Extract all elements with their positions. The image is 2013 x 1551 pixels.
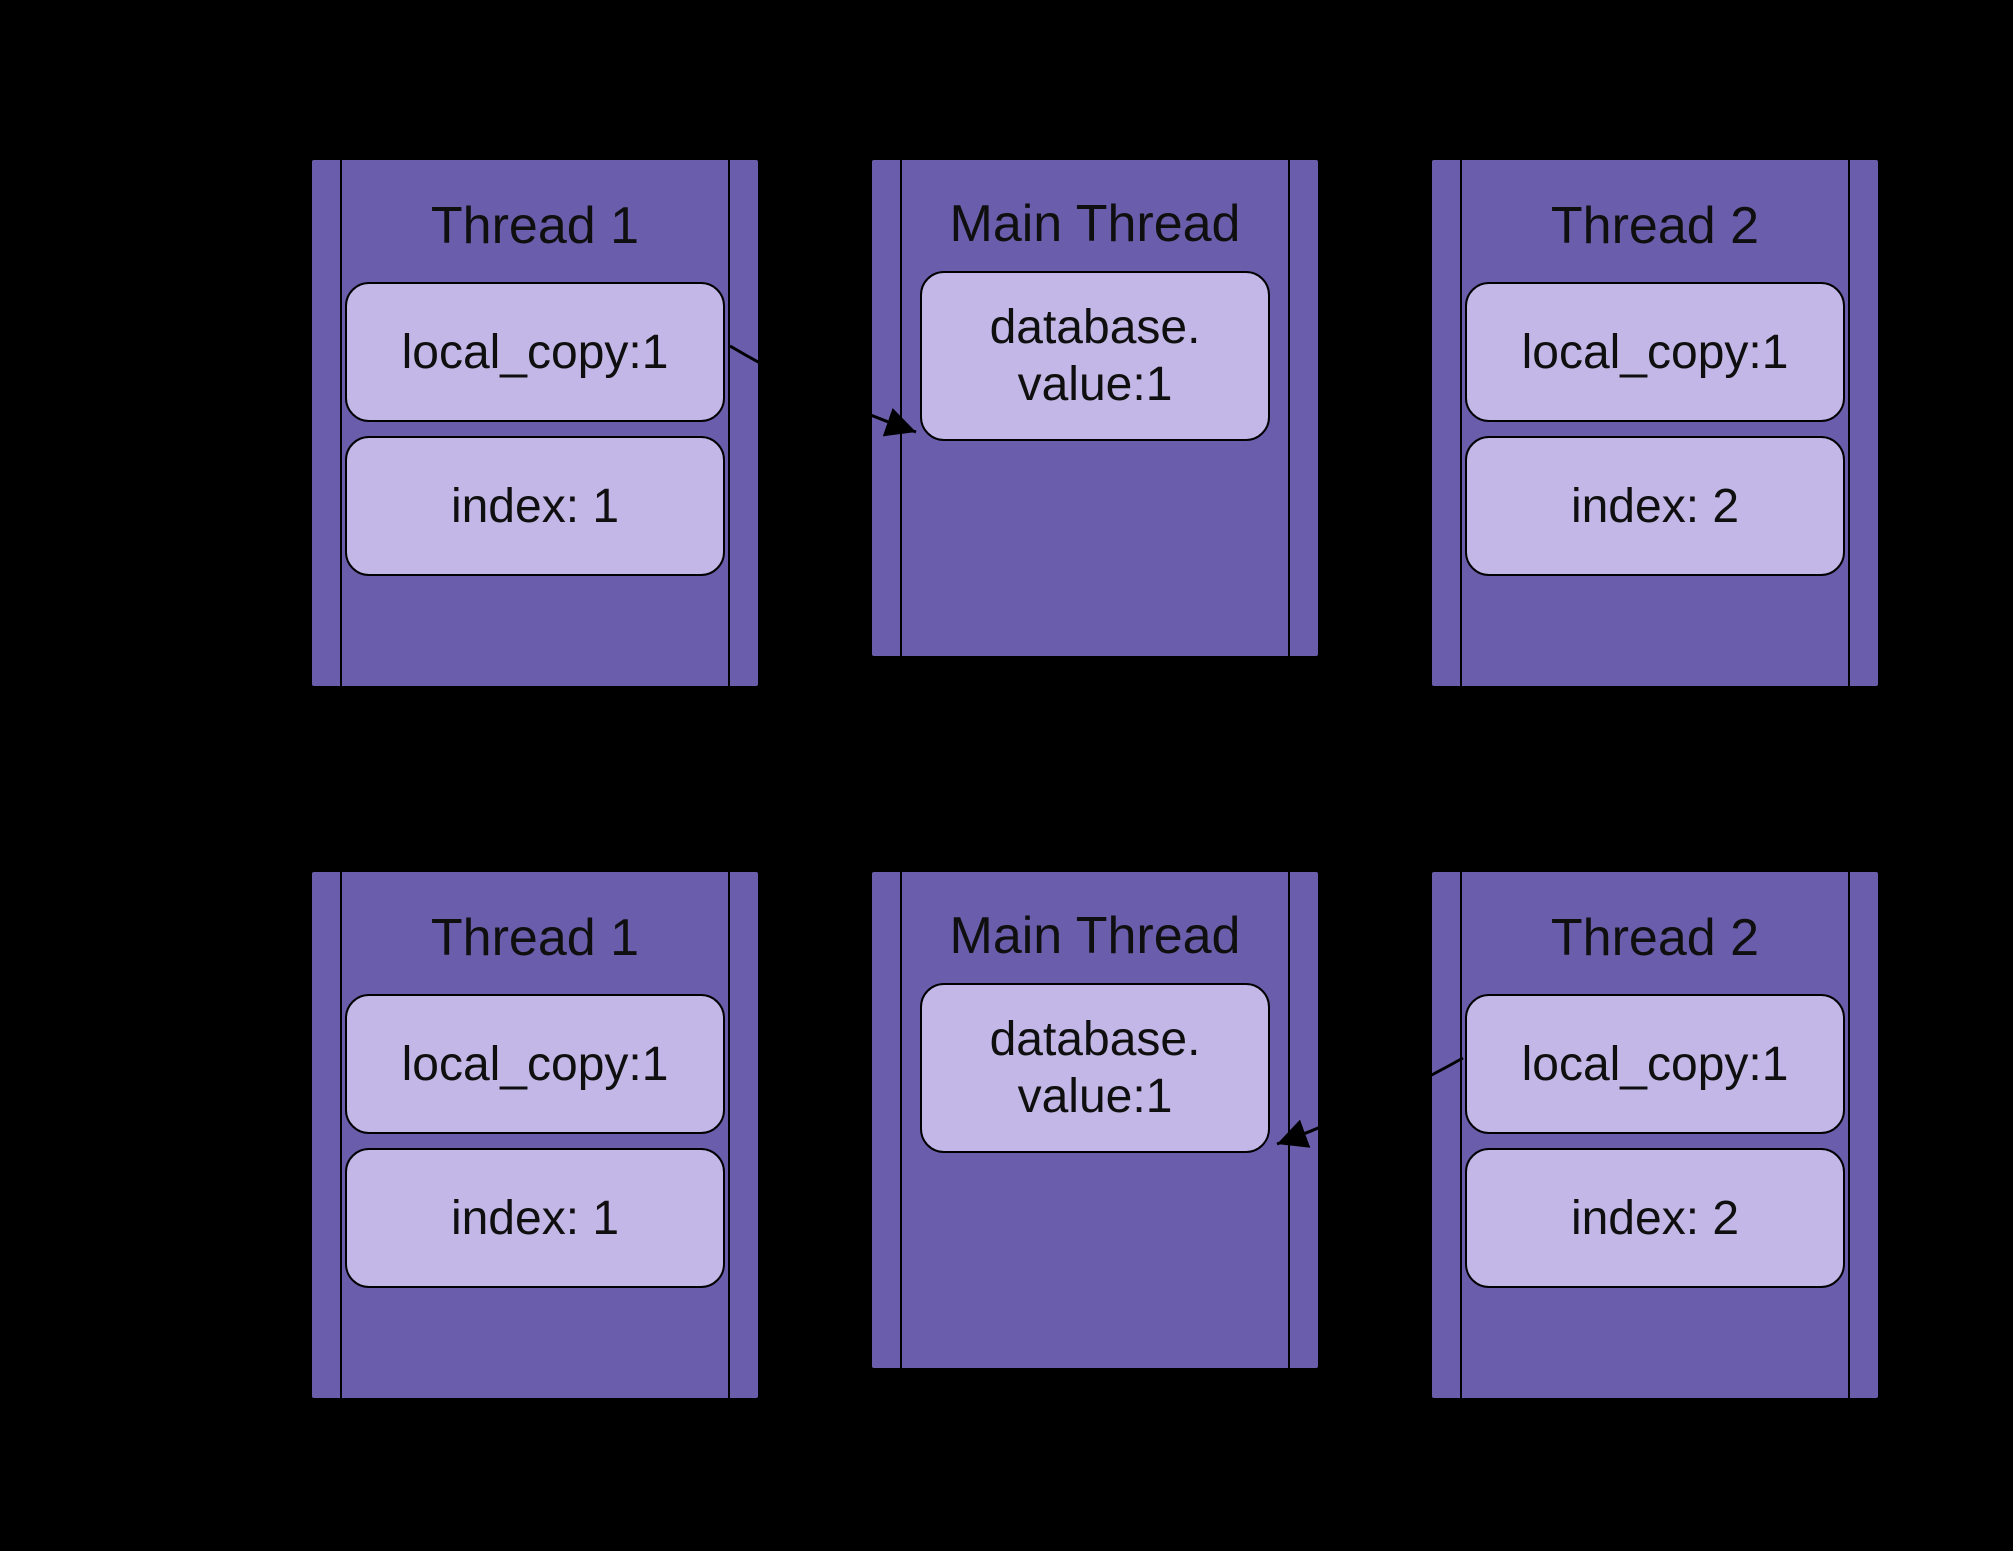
thread1-title: Thread 1 — [312, 908, 758, 968]
main-db-value: database. value:1 — [920, 271, 1270, 441]
thread1-index: index: 1 — [345, 436, 725, 576]
thread2-index: index: 2 — [1465, 436, 1845, 576]
thread1-index: index: 1 — [345, 1148, 725, 1288]
thread2-row2: Thread 2 local_copy:1 index: 2 — [1430, 870, 1880, 1400]
thread1-local-copy: local_copy:1 — [345, 282, 725, 422]
thread1-title: Thread 1 — [312, 196, 758, 256]
main-db-value: database. value:1 — [920, 983, 1270, 1153]
thread2-local-copy: local_copy:1 — [1465, 282, 1845, 422]
thread2-row1: Thread 2 local_copy:1 index: 2 — [1430, 158, 1880, 688]
thread1-local-copy: local_copy:1 — [345, 994, 725, 1134]
thread2-title: Thread 2 — [1432, 196, 1878, 256]
thread2-index: index: 2 — [1465, 1148, 1845, 1288]
thread1-row2: Thread 1 local_copy:1 index: 1 — [310, 870, 760, 1400]
arrow-t1-to-main-row1 — [728, 338, 923, 448]
arrow-t2-to-main-row2 — [1270, 1050, 1465, 1160]
main-thread-title: Main Thread — [872, 908, 1318, 965]
thread2-title: Thread 2 — [1432, 908, 1878, 968]
main-thread-row2: Main Thread database. value:1 — [870, 870, 1320, 1370]
main-thread-row1: Main Thread database. value:1 — [870, 158, 1320, 658]
main-thread-title: Main Thread — [872, 196, 1318, 253]
thread2-local-copy: local_copy:1 — [1465, 994, 1845, 1134]
thread1-row1: Thread 1 local_copy:1 index: 1 — [310, 158, 760, 688]
